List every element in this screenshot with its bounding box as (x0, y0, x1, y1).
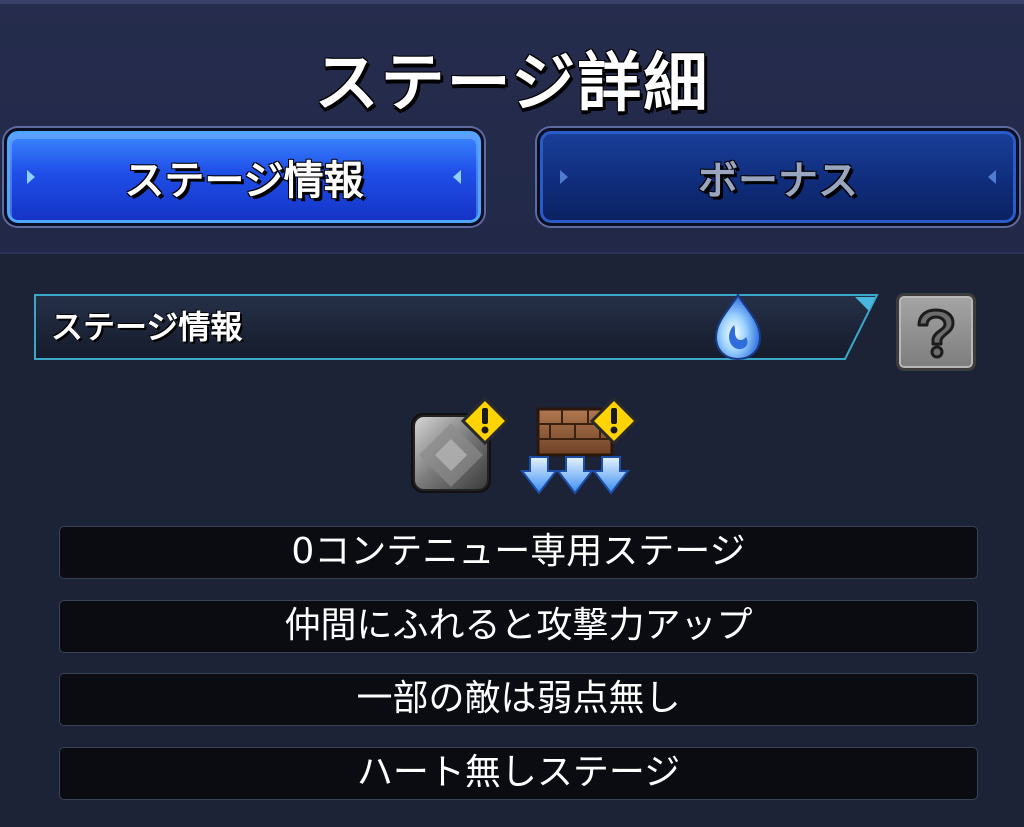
tab-arrow-right-icon (988, 170, 996, 184)
rule-item: 0コンテニュー専用ステージ (59, 526, 978, 579)
page-title: ステージ詳細 (314, 47, 710, 121)
rule-item: 一部の敵は弱点無し (59, 673, 978, 726)
tab-label: ボーナス (698, 158, 858, 204)
tab-arrow-left-icon (560, 170, 568, 184)
block-gimmick-icon (405, 395, 515, 500)
section-header-label: ステージ情報 (51, 308, 243, 346)
water-element-icon (708, 291, 768, 363)
help-question-icon (917, 308, 955, 359)
damage-wall-gimmick-icon (519, 395, 639, 500)
tab-label: ステージ情報 (124, 158, 364, 204)
tab-arrow-left-icon (27, 170, 35, 184)
top-frame (0, 0, 1024, 4)
rule-item: ハート無しステージ (59, 747, 978, 800)
tab-bonus[interactable]: ボーナス (537, 128, 1019, 226)
rule-item: 仲間にふれると攻撃力アップ (59, 600, 978, 653)
stage-detail-screen: ステージ詳細 ステージ情報 ボーナス ステージ情報 0コンテニュー専用ステージ … (0, 0, 1024, 827)
help-button[interactable] (896, 293, 976, 371)
tab-arrow-right-icon (453, 170, 461, 184)
tab-stage-info[interactable]: ステージ情報 (4, 128, 484, 226)
